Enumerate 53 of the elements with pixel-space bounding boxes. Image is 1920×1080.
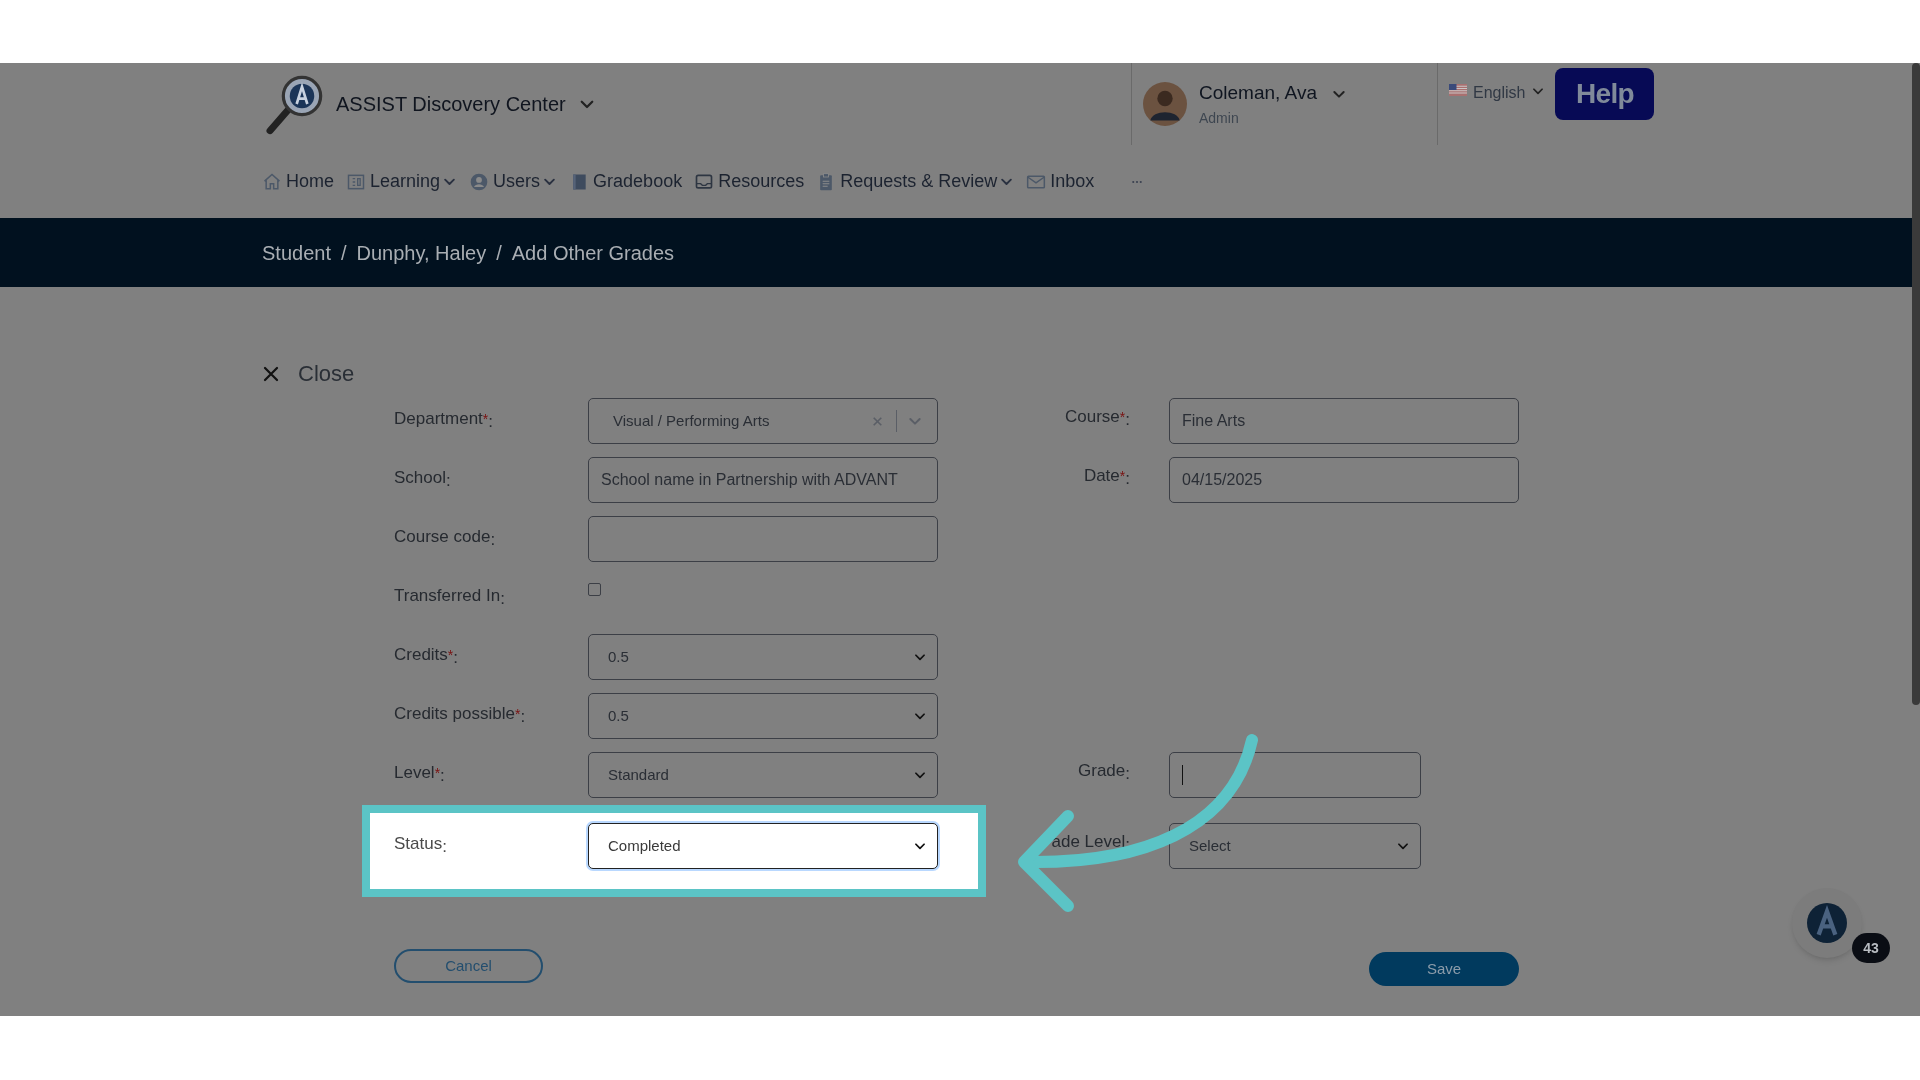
user-name[interactable]: Coleman, Ava bbox=[1199, 79, 1317, 108]
save-button[interactable]: Save bbox=[1369, 952, 1519, 986]
breadcrumb-link[interactable]: Dunphy, Haley bbox=[356, 237, 487, 268]
nav-link[interactable]: Gradebook bbox=[593, 168, 683, 195]
breadcrumb-current: Add Other Grades bbox=[511, 240, 675, 266]
notification-badge: 43 bbox=[1852, 933, 1890, 963]
field-label: Grade: bbox=[1078, 760, 1130, 784]
input-field[interactable] bbox=[1169, 752, 1421, 798]
avatar bbox=[1143, 82, 1187, 126]
field-label: Department*: bbox=[394, 409, 493, 428]
user-role: Admin bbox=[1199, 108, 1240, 128]
help-button[interactable]: Help bbox=[1555, 68, 1655, 120]
field-label: School: bbox=[394, 468, 451, 490]
nav-link[interactable]: Home bbox=[286, 168, 334, 195]
language-selector[interactable]: English bbox=[1473, 81, 1526, 105]
field-label: Course code: bbox=[394, 527, 496, 549]
nav-link[interactable]: Users bbox=[493, 168, 541, 195]
field-label: Credits possible*: bbox=[394, 704, 526, 723]
field-label: Date*: bbox=[1083, 465, 1130, 489]
flag-icon bbox=[1449, 81, 1467, 99]
select-field[interactable]: Select bbox=[1169, 823, 1421, 869]
close-link[interactable]: Close bbox=[298, 357, 355, 390]
select-field[interactable]: 0.5 bbox=[588, 634, 938, 680]
nav-link[interactable]: Resources bbox=[718, 168, 805, 195]
field-label: Credits*: bbox=[394, 645, 459, 664]
breadcrumb-separator: / bbox=[496, 240, 502, 266]
input-field[interactable] bbox=[588, 516, 938, 562]
field-label: ade Level: bbox=[1051, 831, 1130, 855]
nav-link[interactable]: Inbox bbox=[1050, 168, 1095, 195]
scrollbar[interactable] bbox=[1912, 63, 1920, 705]
field-label: Status: bbox=[394, 834, 447, 856]
nav-link[interactable]: Learning bbox=[370, 168, 441, 195]
home-icon bbox=[262, 171, 282, 192]
checkbox[interactable] bbox=[588, 583, 601, 596]
input-field[interactable]: School name in Partnership with ADVANT bbox=[588, 457, 938, 503]
assistant-logo bbox=[1807, 903, 1847, 943]
app-title[interactable]: ASSIST Discovery Center bbox=[336, 89, 566, 119]
department-dropdown[interactable]: Visual / Performing Arts bbox=[588, 398, 938, 444]
field-label: Course*: bbox=[1065, 406, 1130, 430]
input-field[interactable]: Fine Arts bbox=[1169, 398, 1519, 444]
user-icon bbox=[469, 171, 490, 192]
select-field[interactable]: Completed bbox=[588, 823, 938, 869]
nav-link[interactable]: Requests & Review bbox=[840, 168, 998, 195]
close-icon bbox=[262, 364, 280, 383]
breadcrumb-link[interactable]: Student bbox=[262, 237, 331, 268]
cancel-button[interactable]: Cancel bbox=[394, 949, 543, 983]
breadcrumb-separator: / bbox=[340, 240, 347, 266]
field-label: Level*: bbox=[394, 763, 445, 782]
input-field[interactable]: 04/15/2025 bbox=[1169, 457, 1519, 503]
select-field[interactable]: 0.5 bbox=[588, 693, 938, 739]
field-label: Transferred In: bbox=[394, 586, 505, 608]
select-field[interactable]: Standard bbox=[588, 752, 938, 798]
clear-icon bbox=[871, 414, 884, 428]
